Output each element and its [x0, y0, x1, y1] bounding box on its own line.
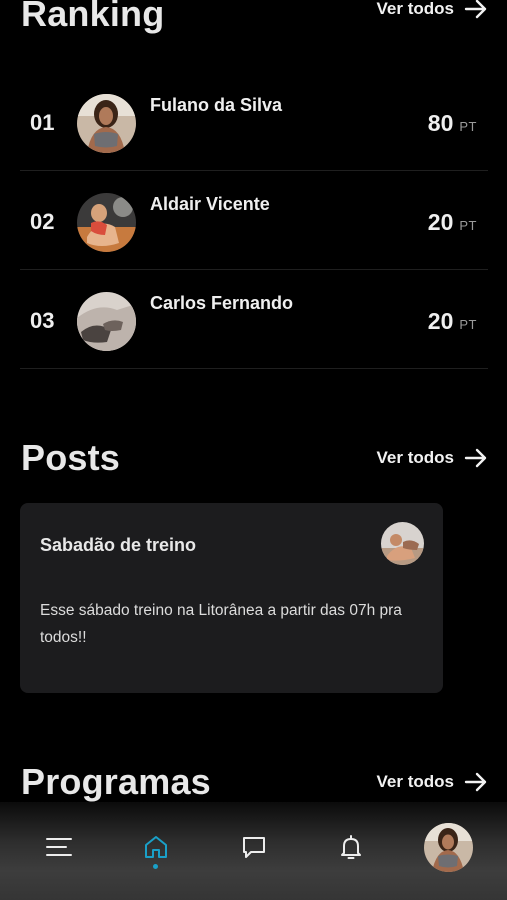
user-avatar [77, 292, 136, 351]
user-points: 20 PT [428, 209, 477, 236]
post-card[interactable]: Sabadão de treino Esse sábado treino na … [20, 503, 443, 693]
ranking-row-1[interactable]: 01 Fulano da Silva 80 PT [20, 72, 488, 171]
user-points: 80 PT [428, 110, 477, 137]
programs-header: Programas Ver todos [21, 761, 488, 803]
menu-icon [46, 838, 72, 856]
points-value: 20 [427, 209, 454, 235]
tab-home[interactable] [139, 830, 173, 864]
ranking-row-3[interactable]: 03 Carlos Fernando 20 PT [20, 270, 488, 369]
points-value: 20 [427, 308, 454, 334]
ranking-see-all-link[interactable]: Ver todos [377, 0, 488, 19]
points-unit: PT [459, 317, 477, 332]
user-points: 20 PT [428, 308, 477, 335]
user-avatar [77, 94, 136, 153]
points-value: 80 [427, 110, 454, 136]
posts-see-all-link[interactable]: Ver todos [377, 448, 488, 468]
post-title: Sabadão de treino [40, 535, 197, 555]
ranking-header: Ranking Ver todos [21, 0, 488, 35]
ranking-title: Ranking [21, 0, 165, 34]
home-screen: Ranking Ver todos 01 Fulano da Silva 80 … [0, 0, 507, 900]
points-unit: PT [459, 218, 477, 233]
rank-position: 01 [30, 110, 55, 135]
chat-icon [243, 837, 265, 858]
arrow-right-icon [464, 772, 487, 792]
programs-see-all-link[interactable]: Ver todos [377, 772, 488, 792]
see-all-label: Ver todos [376, 0, 454, 18]
posts-header: Posts Ver todos [21, 437, 488, 479]
tab-menu[interactable] [42, 830, 76, 864]
user-avatar [77, 193, 136, 252]
tab-chat[interactable] [237, 830, 271, 864]
see-all-label: Ver todos [376, 772, 454, 791]
points-unit: PT [459, 119, 477, 134]
bell-icon [341, 835, 361, 859]
user-name: Aldair Vicente [150, 194, 270, 214]
arrow-right-icon [464, 0, 487, 19]
programs-title: Programas [21, 761, 211, 802]
post-body: Esse sábado treino na Litorânea a partir… [40, 602, 402, 646]
ranking-row-2[interactable]: 02 Aldair Vicente 20 PT [20, 171, 488, 270]
see-all-label: Ver todos [376, 448, 454, 467]
posts-title: Posts [21, 437, 121, 478]
user-name: Carlos Fernando [150, 293, 294, 313]
tab-notifications[interactable] [334, 830, 368, 864]
arrow-right-icon [464, 448, 487, 468]
rank-position: 02 [30, 209, 55, 234]
rank-position: 03 [30, 308, 55, 333]
user-name: Fulano da Silva [150, 95, 283, 115]
profile-avatar[interactable] [424, 823, 473, 872]
post-author-avatar [381, 522, 424, 565]
home-icon [145, 836, 167, 858]
active-tab-indicator [153, 864, 158, 869]
